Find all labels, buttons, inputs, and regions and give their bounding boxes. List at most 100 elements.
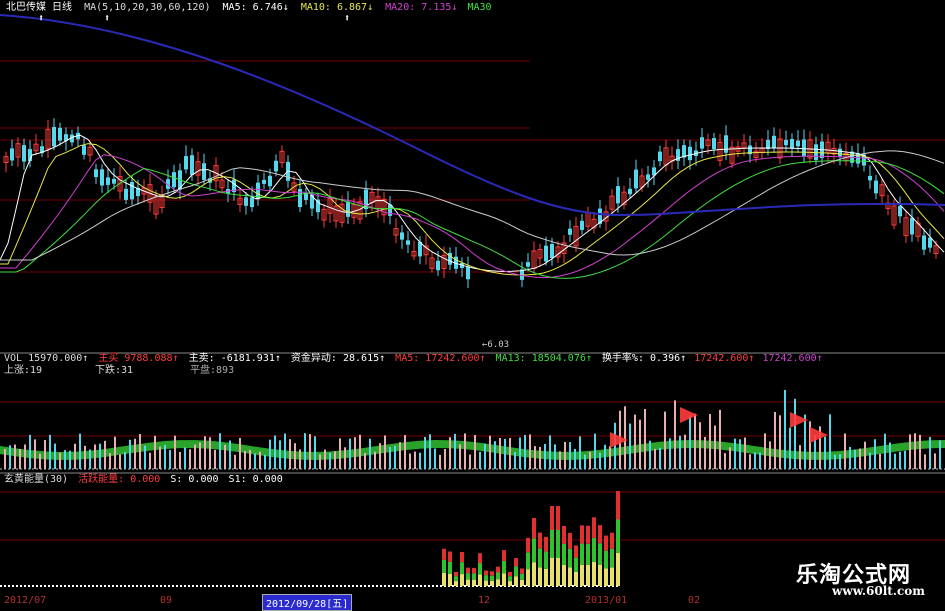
volume-bar <box>134 438 136 469</box>
energy-bar-yellow <box>466 579 470 586</box>
volume-bar <box>754 452 756 469</box>
x-axis: 2012/07 09 2012/09/28[五] 12 2013/01 02 <box>0 594 945 611</box>
candle-down <box>346 201 350 217</box>
candle-down <box>898 206 902 217</box>
volume-bar <box>214 449 216 469</box>
volume-bar <box>774 411 776 469</box>
vol-label: VOL <box>4 353 23 364</box>
vol-ma5-label: MA5: <box>395 353 420 364</box>
volume-bar <box>769 441 771 469</box>
x-label-cursor[interactable]: 2012/09/28[五] <box>262 594 353 611</box>
candle-down <box>544 245 548 262</box>
volume-bar <box>124 451 126 469</box>
volume-bar <box>74 443 76 469</box>
volume-bar <box>319 454 321 469</box>
volume-bar <box>254 453 256 469</box>
volume-bar <box>244 450 246 469</box>
volume-bar <box>194 444 196 469</box>
volume-bar <box>594 433 596 469</box>
energy-bar-yellow <box>538 567 542 586</box>
energy-bar-yellow <box>448 573 452 586</box>
energy-bar-red <box>478 553 482 564</box>
candle-down <box>874 180 878 194</box>
volume-bar <box>354 437 356 469</box>
volume-bar <box>104 440 106 469</box>
energy-bar-red <box>610 532 614 549</box>
volume-bar <box>694 413 696 469</box>
energy-bar-yellow <box>580 564 584 586</box>
volume-bar <box>119 454 121 469</box>
volume-bar <box>184 447 186 469</box>
energy-bar-yellow <box>442 572 446 586</box>
down-count: 下跌:31 <box>95 365 133 377</box>
volume-bar <box>584 454 586 469</box>
volume-bar <box>419 452 421 469</box>
energy-bar-yellow <box>592 561 596 586</box>
volume-bar <box>329 452 331 469</box>
energy-bar-green <box>532 538 536 563</box>
volume-bar <box>64 450 66 469</box>
volume-bar <box>199 442 201 469</box>
vol-ma5-value: 17242.600 <box>425 353 480 364</box>
ma10-label: MA10: <box>300 2 331 13</box>
volume-bar <box>489 435 491 469</box>
volume-bar <box>524 435 526 469</box>
candle-down <box>772 135 776 148</box>
volume-bar <box>914 433 916 469</box>
energy-bar-yellow <box>544 568 548 586</box>
energy-bar-green <box>520 573 524 580</box>
x-label-5: 2013/01 <box>585 595 628 606</box>
candle-down <box>106 177 110 185</box>
buy-value: 9788.088 <box>124 353 173 364</box>
volume-bar <box>639 419 641 469</box>
energy-bar-red <box>550 506 554 530</box>
energy-bar-yellow <box>604 568 608 586</box>
volume-band-green <box>0 440 945 460</box>
up-count-value: 19 <box>30 365 43 376</box>
low-price-label: ←6.03 <box>482 340 510 350</box>
candle-down <box>400 232 404 240</box>
volume-bar <box>94 444 96 469</box>
volume-bar <box>234 454 236 469</box>
volume-bar <box>224 444 226 469</box>
volume-bar <box>904 450 906 469</box>
candle-down <box>172 172 176 188</box>
energy-bar-red <box>532 518 536 539</box>
volume-bar <box>779 415 781 469</box>
volume-bar <box>599 452 601 469</box>
volume-bar <box>909 434 911 469</box>
volume-bar <box>804 414 806 469</box>
volume-bar <box>929 437 931 469</box>
ma30-line <box>0 160 945 279</box>
energy-bar-yellow <box>460 574 464 586</box>
s1-value: 0.000 <box>252 474 283 485</box>
candle-down <box>190 155 194 176</box>
volume-bar <box>634 414 636 469</box>
volume-bar <box>829 414 831 469</box>
energy-bar-green <box>508 576 512 582</box>
volume-bar <box>854 449 856 469</box>
energy-bar-red <box>586 525 590 544</box>
volume-bar <box>464 433 466 469</box>
volume-bar <box>734 438 736 469</box>
volume-bar <box>499 437 501 469</box>
energy-bar-green <box>550 530 554 558</box>
volume-bar <box>564 441 566 469</box>
volume-bar <box>434 448 436 469</box>
volume-bar <box>444 448 446 469</box>
volume-bar <box>709 413 711 469</box>
volume-bar <box>609 446 611 469</box>
volume-bar <box>69 450 71 469</box>
energy-bar-green <box>460 562 464 575</box>
volume-bar <box>219 433 221 469</box>
candle-down <box>634 169 638 189</box>
energy-bar-green <box>472 573 476 580</box>
volume-bar <box>174 435 176 469</box>
energy-bar-green <box>490 575 494 581</box>
sell-label: 主卖: <box>188 353 215 364</box>
volume-bar <box>574 449 576 469</box>
energy-bar-yellow <box>562 564 566 586</box>
volume-bar <box>469 454 471 469</box>
energy-bar-yellow <box>586 564 590 586</box>
flat-count-label: 平盘: <box>190 365 217 376</box>
